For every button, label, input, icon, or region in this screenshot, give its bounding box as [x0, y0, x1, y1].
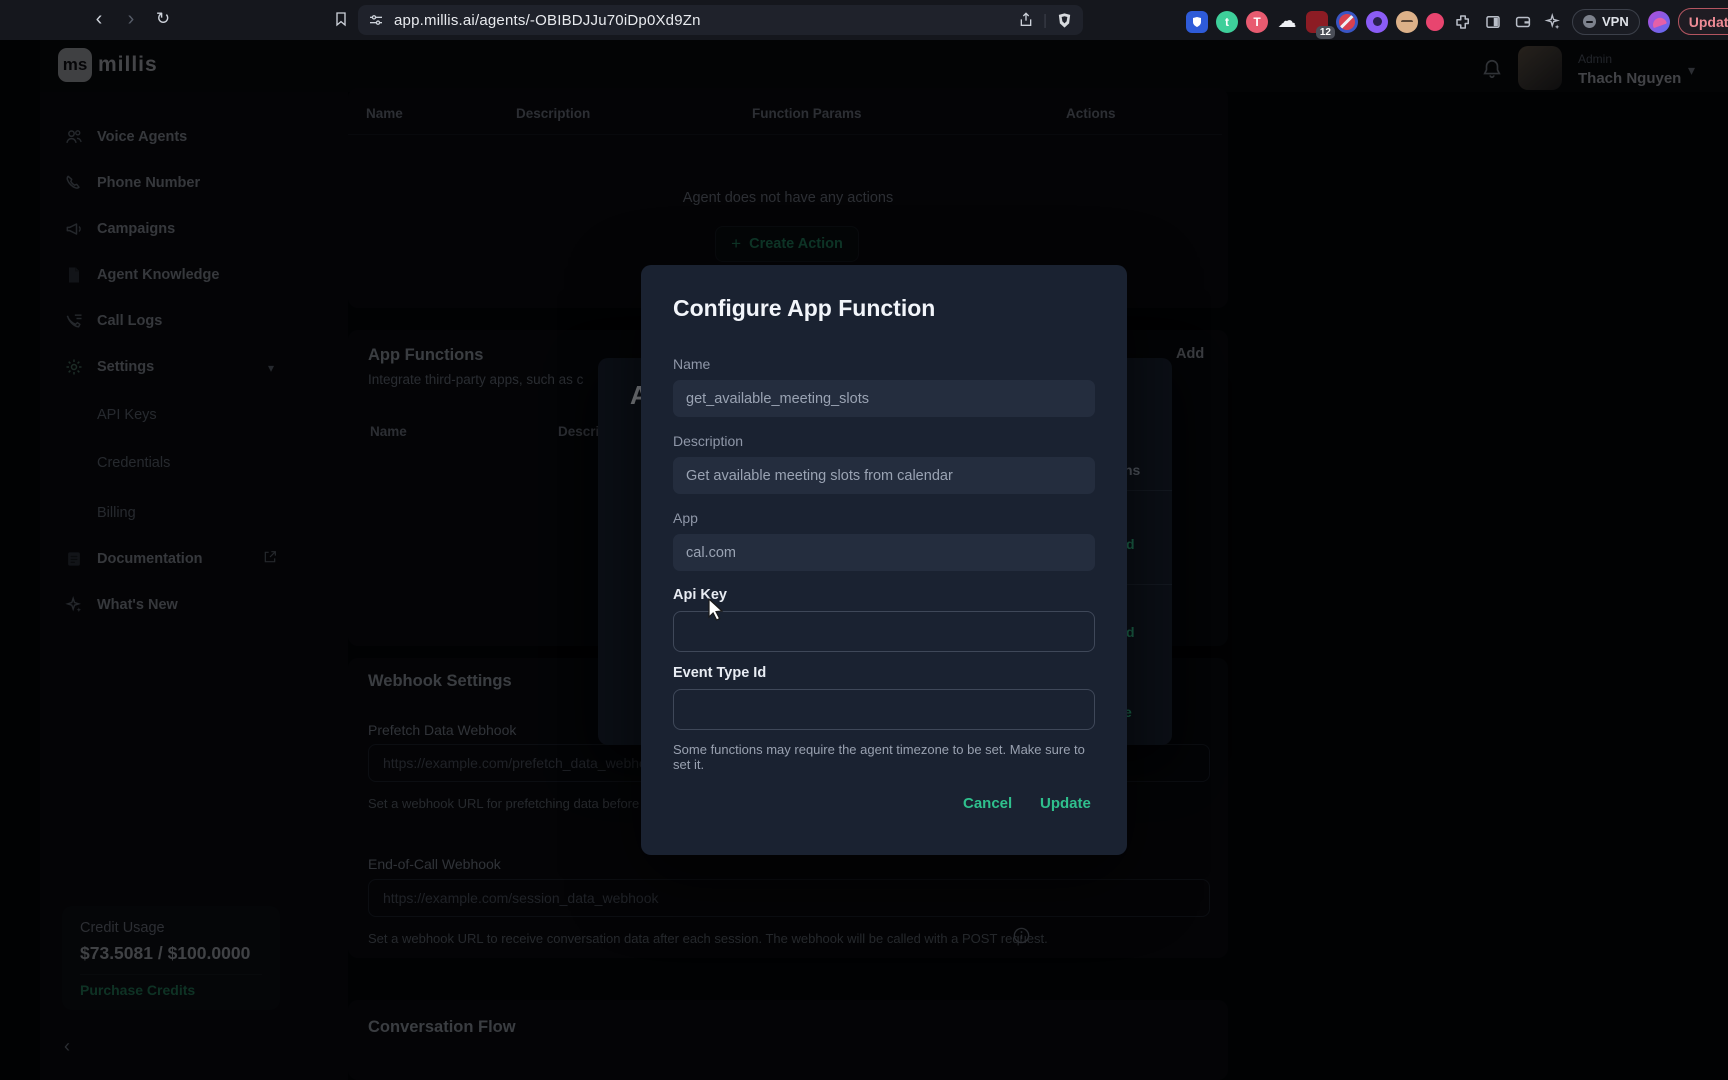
reload-button[interactable]: ↻ [150, 6, 176, 32]
vpn-button[interactable]: VPN [1572, 9, 1640, 35]
divider: | [1043, 12, 1047, 29]
leo-ai-sparkle-icon[interactable] [1542, 11, 1564, 33]
vpn-label: VPN [1602, 14, 1629, 29]
configure-app-function-modal: Configure App Function Name get_availabl… [641, 265, 1127, 855]
address-bar[interactable]: app.millis.ai/agents/-OBIBDJJu70iDp0Xd9Z… [358, 5, 1083, 35]
browser-toolbar: ‹ › ↻ app.millis.ai/agents/-OBIBDJJu70iD… [0, 0, 1728, 40]
app-label: App [673, 510, 698, 526]
pink-dot-extension-icon[interactable] [1426, 13, 1444, 31]
update-label: Update [1689, 14, 1728, 30]
browser-profile-avatar[interactable] [1648, 11, 1670, 33]
share-icon[interactable] [1018, 12, 1034, 28]
name-field[interactable]: get_available_meeting_slots [673, 380, 1095, 417]
event-type-id-input[interactable] [673, 689, 1095, 730]
app-value: cal.com [686, 545, 736, 561]
wallet-icon[interactable] [1512, 11, 1534, 33]
bookmark-icon[interactable] [328, 6, 354, 32]
cloud-extension-icon[interactable]: ☁ [1276, 11, 1298, 33]
badged-extension-icon[interactable]: 12 [1306, 11, 1328, 33]
brave-shield-icon[interactable] [1056, 12, 1073, 29]
screen: ‹ › ↻ app.millis.ai/agents/-OBIBDJJu70iD… [0, 0, 1728, 1080]
url-text: app.millis.ai/agents/-OBIBDJJu70iDp0Xd9Z… [394, 12, 701, 29]
tune-icon [368, 12, 384, 28]
description-field[interactable]: Get available meeting slots from calenda… [673, 457, 1095, 494]
cancel-button[interactable]: Cancel [963, 795, 1012, 812]
forward-button[interactable]: › [118, 6, 144, 32]
sidebar-toggle-icon[interactable] [1482, 11, 1504, 33]
name-value: get_available_meeting_slots [686, 391, 869, 407]
description-value: Get available meeting slots from calenda… [686, 468, 953, 484]
update-button[interactable]: Update [1040, 795, 1091, 812]
back-button[interactable]: ‹ [86, 6, 112, 32]
purple-extension-icon[interactable] [1366, 11, 1388, 33]
bitwarden-extension-icon[interactable] [1186, 11, 1208, 33]
modal-title: Configure App Function [673, 295, 935, 322]
extensions-puzzle-icon[interactable] [1452, 11, 1474, 33]
description-label: Description [673, 433, 743, 449]
event-type-id-label: Event Type Id [673, 665, 766, 681]
red-t-extension-icon[interactable]: T [1246, 11, 1268, 33]
mouse-cursor [706, 598, 728, 622]
app-field[interactable]: cal.com [673, 534, 1095, 571]
vpn-status-icon [1583, 15, 1596, 28]
name-label: Name [673, 356, 710, 372]
timezone-note: Some functions may require the agent tim… [673, 742, 1097, 772]
browser-update-menu-button[interactable]: Update [1678, 8, 1728, 35]
extension-badge: 12 [1316, 26, 1335, 39]
extension-row: t T ☁ 12 [1186, 8, 1728, 35]
green-t-extension-icon[interactable]: t [1216, 11, 1238, 33]
api-key-input[interactable] [673, 611, 1095, 652]
avatar-extension-icon[interactable] [1396, 11, 1418, 33]
blocker-extension-icon[interactable] [1336, 11, 1358, 33]
